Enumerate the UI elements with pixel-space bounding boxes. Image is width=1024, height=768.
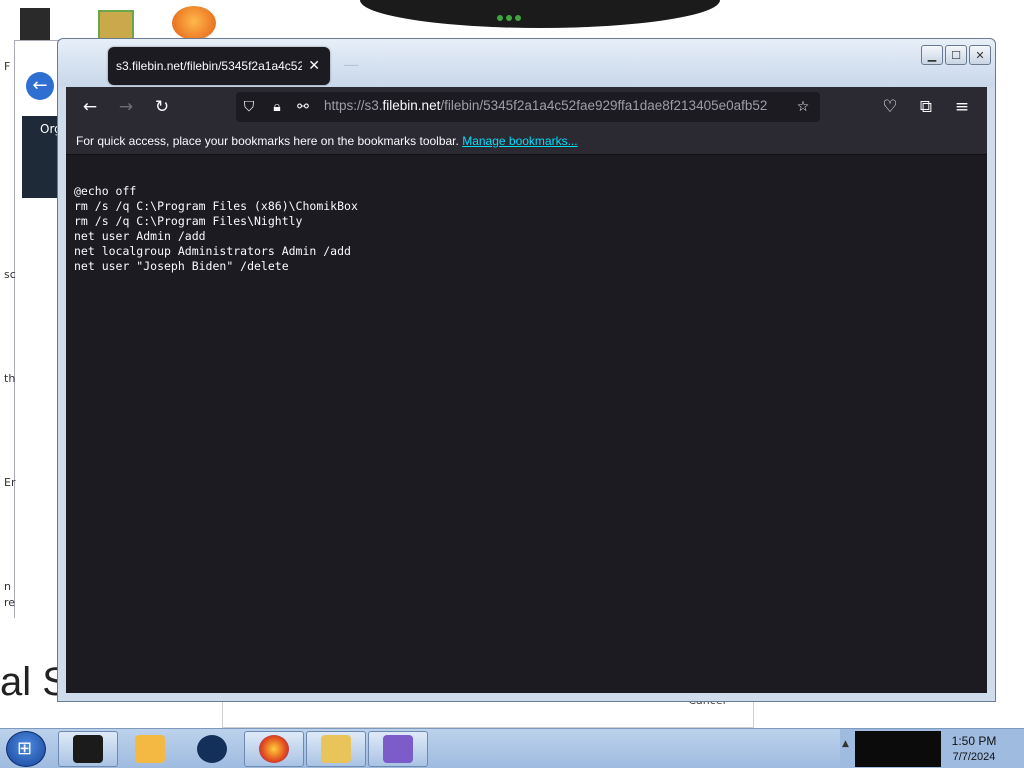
terminal-icon xyxy=(73,735,103,763)
code-line: net localgroup Administrators Admin /add xyxy=(74,244,351,258)
background-window-edge xyxy=(0,50,14,650)
manage-bookmarks-link[interactable]: Manage bookmarks... xyxy=(462,134,577,148)
back-arrow-icon[interactable]: ← xyxy=(26,72,54,100)
side-snippet: sc xyxy=(4,268,16,281)
tab-active[interactable]: s3.filebin.net/filebin/5345f2a1a4c52f ✕ xyxy=(108,47,330,85)
visual-studio-installer-icon xyxy=(383,735,413,763)
code-line: rm /s /q C:\Program Files\Nightly xyxy=(74,214,303,228)
maximize-button[interactable]: ☐ xyxy=(945,45,967,65)
url-prefix: https://s3. xyxy=(324,98,383,113)
folder-icon xyxy=(321,735,351,763)
side-snippet: F xyxy=(4,60,11,73)
extensions-icon[interactable]: ⧉ xyxy=(916,97,936,117)
start-button[interactable] xyxy=(6,731,46,767)
shield-icon[interactable]: ⛉ xyxy=(240,98,258,116)
tab-title: s3.filebin.net/filebin/5345f2a1a4c52f xyxy=(116,59,303,73)
firefox-icon xyxy=(259,735,289,763)
new-tab-icon[interactable]: — xyxy=(343,55,359,74)
taskbar-visual-studio-installer-app[interactable] xyxy=(368,731,428,767)
taskbar-explorer-app[interactable] xyxy=(306,731,366,767)
url-host: filebin.net xyxy=(382,98,441,113)
forward-arrow-icon[interactable]: → xyxy=(116,97,136,117)
side-snippet: th xyxy=(4,372,16,385)
permissions-icon[interactable]: ⚯ xyxy=(294,98,312,116)
taskbar-terminal-app[interactable] xyxy=(58,731,118,767)
url-bar[interactable]: ⛉ 🔒︎ ⚯ https://s3.filebin.net/filebin/53… xyxy=(236,92,820,122)
taskbar-globe-app[interactable] xyxy=(182,731,242,767)
bookmark-star-icon[interactable]: ☆ xyxy=(794,98,812,116)
bookmarks-toolbar: For quick access, place your bookmarks h… xyxy=(66,127,987,155)
code-line: net user "Joseph Biden" /delete xyxy=(74,259,289,273)
media-player-icon xyxy=(135,735,165,763)
close-icon[interactable]: ✕ xyxy=(308,58,320,74)
taskbar-media-player-app[interactable] xyxy=(120,731,180,767)
desktop-status-dots xyxy=(497,6,527,21)
tray-expand-icon[interactable]: ▲ xyxy=(842,739,849,749)
code-line: @echo off xyxy=(74,184,137,198)
code-line: rm /s /q C:\Program Files (x86)\ChomikBo… xyxy=(74,199,358,213)
menu-icon[interactable]: ≡ xyxy=(952,97,972,117)
globe-icon xyxy=(197,735,227,763)
navigation-toolbar: ← → ↻ ⛉ 🔒︎ ⚯ https://s3.filebin.net/file… xyxy=(66,87,987,127)
window-controls: ▁ ☐ ✕ xyxy=(921,45,991,65)
side-snippet: n xyxy=(4,580,11,593)
lock-icon[interactable]: 🔒︎ xyxy=(268,98,286,116)
tray-app-icons[interactable] xyxy=(855,731,941,767)
clock-date: 7/7/2024 xyxy=(952,751,996,763)
reload-icon[interactable]: ↻ xyxy=(152,97,172,117)
minimize-button[interactable]: ▁ xyxy=(921,45,943,65)
desktop-icon-folder[interactable] xyxy=(98,10,134,40)
url-path: /filebin/5345f2a1a4c52fae929ffa1dae8f213… xyxy=(440,98,768,113)
code-line: net user Admin /add xyxy=(74,229,206,243)
close-window-button[interactable]: ✕ xyxy=(969,45,991,65)
page-content: @echo off rm /s /q C:\Program Files (x86)… xyxy=(66,155,987,693)
bookmarks-hint-text: For quick access, place your bookmarks h… xyxy=(76,134,459,148)
taskbar: ▲ 1:50 PM 7/7/2024 xyxy=(0,728,1024,768)
bookmarks-hint: For quick access, place your bookmarks h… xyxy=(76,134,578,148)
desktop-icon-app[interactable] xyxy=(172,6,216,40)
back-arrow-icon[interactable]: ← xyxy=(80,97,100,117)
url-text[interactable]: https://s3.filebin.net/filebin/5345f2a1a… xyxy=(324,98,784,113)
clock[interactable]: 1:50 PM 7/7/2024 xyxy=(944,733,1004,765)
side-snippet: re xyxy=(4,596,16,609)
side-snippet: Er xyxy=(4,476,16,489)
window-titlebar[interactable]: s3.filebin.net/filebin/5345f2a1a4c52f ✕ … xyxy=(58,39,995,87)
taskbar-firefox-app[interactable] xyxy=(244,731,304,767)
pocket-icon[interactable]: ♡ xyxy=(880,97,900,117)
batch-script-text: @echo off rm /s /q C:\Program Files (x86)… xyxy=(74,169,358,304)
clock-time: 1:50 PM xyxy=(951,734,997,748)
desktop-icon-terminal[interactable] xyxy=(20,8,50,40)
